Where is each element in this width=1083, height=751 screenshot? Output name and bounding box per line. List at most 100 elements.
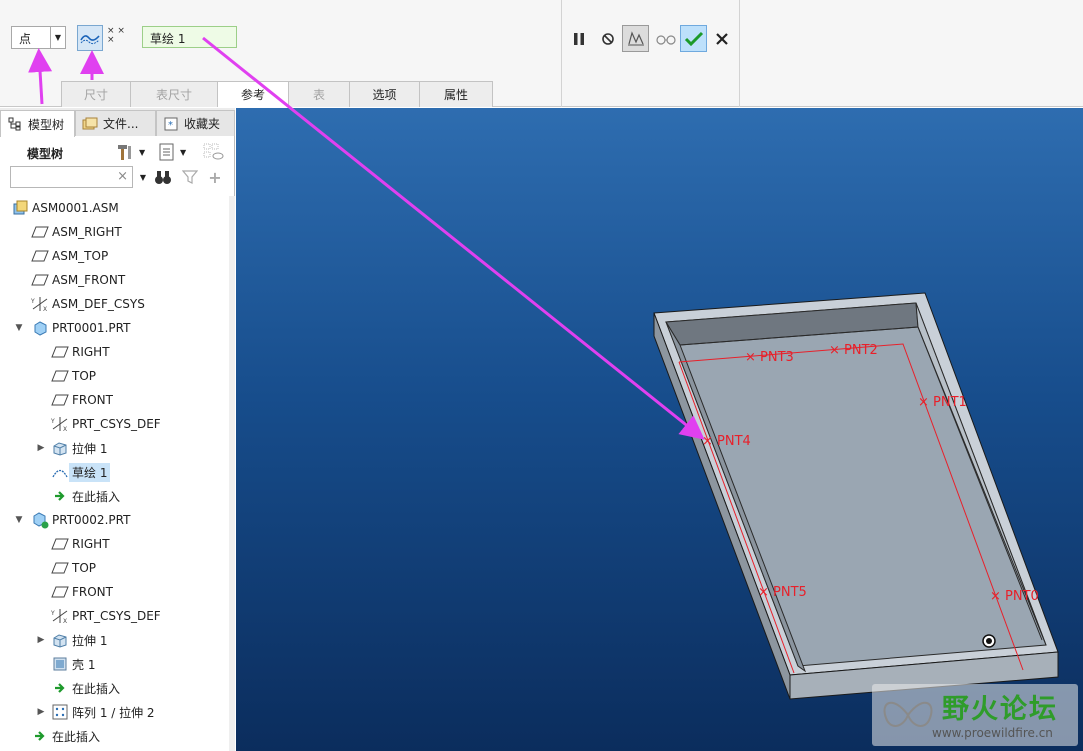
pnt5-label[interactable]: × PNT5 (758, 585, 807, 600)
tree-row[interactable]: TOP (0, 556, 234, 580)
tree-row[interactable]: Y X PRT_CSYS_DEF (0, 604, 234, 628)
collapse-arrow-icon[interactable]: ▼ (14, 323, 24, 333)
tree-settings-button[interactable]: ▼ (115, 141, 145, 163)
butterfly-icon (883, 701, 933, 727)
no-preview-button[interactable] (594, 25, 621, 52)
point-array-icon[interactable]: × × × (107, 27, 125, 45)
tree-row-label: 在此插入 (52, 729, 101, 744)
clear-icon[interactable]: × (117, 169, 128, 184)
tree-row[interactable]: FRONT (0, 580, 234, 604)
tree-row[interactable]: FRONT (0, 388, 234, 412)
pause-button[interactable] (565, 25, 592, 52)
tree-row[interactable]: Y X ASM_DEF_CSYS (0, 292, 234, 316)
pattern-icon (51, 703, 69, 721)
chevron-down-icon[interactable]: ▼ (139, 148, 145, 157)
collapse-arrow-icon[interactable]: ▼ (14, 515, 24, 525)
watermark-logo: 野火论坛 www.proewildfire.cn (872, 684, 1078, 746)
svg-text:Y: Y (51, 418, 55, 425)
wave-icon (80, 35, 100, 45)
list-icon (159, 143, 174, 161)
show-menu-button[interactable]: ▼ (158, 141, 186, 163)
navigator-tabs: 模型树 文件... * 收藏夹 (0, 108, 235, 137)
tree-row-label: 壳 1 (72, 657, 96, 672)
tree-row[interactable]: 草绘 1 (0, 460, 234, 484)
datum-plane-icon (51, 391, 69, 409)
sketch-icon (51, 463, 69, 481)
graphics-viewport[interactable]: × PNT3 × PNT2 × PNT1 × PNT4 × PNT5 × PNT… (236, 108, 1083, 751)
tree-row[interactable]: TOP (0, 364, 234, 388)
curve-wave-button[interactable] (77, 25, 103, 51)
cancel-button[interactable] (708, 25, 735, 52)
tab-properties[interactable]: 属性 (419, 81, 493, 107)
chevron-down-icon[interactable]: ▼ (134, 168, 152, 186)
tree-row[interactable]: RIGHT (0, 340, 234, 364)
shell-icon (51, 655, 69, 673)
csys-icon: YX (51, 415, 69, 433)
insert-arrow-icon (51, 487, 69, 505)
filter-button[interactable] (181, 168, 199, 186)
tab-table-dimensions[interactable]: 表尺寸 (130, 81, 218, 107)
tab-options[interactable]: 选项 (349, 81, 420, 107)
extrude-icon (51, 631, 69, 649)
tab-dimensions[interactable]: 尺寸 (61, 81, 131, 107)
svg-text:*: * (168, 120, 173, 131)
point-type-dropdown[interactable]: 点 ▼ (11, 26, 66, 49)
tree-scrollbar[interactable] (229, 196, 235, 751)
tree-row[interactable]: ▼ PRT0002.PRT (0, 508, 234, 532)
tab-table[interactable]: 表 (288, 81, 350, 107)
pnt4-label[interactable]: × PNT4 (702, 434, 751, 449)
pnt2-label[interactable]: × PNT2 (829, 343, 878, 358)
tab-folder-browser[interactable]: 文件... (75, 110, 156, 136)
tab-favorites-label: 收藏夹 (184, 117, 221, 131)
pnt0-label[interactable]: × PNT0 (990, 589, 1039, 604)
tree-row-label: ASM0001.ASM (32, 201, 119, 215)
tree-row[interactable]: 壳 1 (0, 652, 234, 676)
svg-text:X: X (43, 306, 47, 313)
pnt1-label[interactable]: × PNT1 (918, 395, 967, 410)
search-input[interactable] (14, 167, 114, 187)
datum-plane-icon (31, 247, 49, 265)
tab-references[interactable]: 参考 (217, 81, 289, 107)
verify-preview-button[interactable] (622, 25, 649, 52)
tree-row[interactable]: 在此插入 (0, 676, 234, 700)
find-button[interactable] (154, 168, 172, 186)
hidden-items-icon (203, 143, 224, 160)
tree-row-label: PRT0001.PRT (52, 321, 131, 335)
tree-row[interactable]: ASM_FRONT (0, 268, 234, 292)
tree-filter-visibility-button[interactable] (203, 141, 225, 163)
reference-collector[interactable]: 草绘 1 (142, 26, 237, 48)
chevron-down-icon[interactable]: ▼ (50, 27, 65, 48)
preview-box-icon (627, 30, 644, 45)
tree-row-label: ASM_DEF_CSYS (52, 297, 145, 311)
expand-arrow-icon[interactable]: ▶ (36, 635, 46, 645)
tree-search[interactable]: × (10, 166, 133, 188)
tree-row-label: 在此插入 (72, 681, 121, 696)
svg-text:Y: Y (31, 298, 35, 305)
tree-row[interactable]: 在此插入 (0, 724, 234, 748)
ribbon-divider (561, 0, 562, 107)
tree-row[interactable]: Y X PRT_CSYS_DEF (0, 412, 234, 436)
chevron-down-icon[interactable]: ▼ (180, 148, 186, 157)
add-icon[interactable]: + (206, 168, 224, 187)
tree-row[interactable]: ASM_TOP (0, 244, 234, 268)
tree-row[interactable]: ▼ PRT0001.PRT (0, 316, 234, 340)
tree-row[interactable]: ASM0001.ASM (0, 196, 234, 220)
favorites-icon: * (163, 116, 179, 132)
tree-row[interactable]: ▶ 拉伸 1 (0, 628, 234, 652)
tree-row-label: FRONT (72, 393, 113, 407)
svg-text:Y: Y (51, 610, 55, 617)
tab-favorites[interactable]: * 收藏夹 (156, 110, 235, 136)
tree-row[interactable]: ▶ 阵列 1 / 拉伸 2 (0, 700, 234, 724)
tab-model-tree[interactable]: 模型树 (0, 110, 75, 137)
tree-row[interactable]: ASM_RIGHT (0, 220, 234, 244)
ok-button[interactable] (680, 25, 707, 52)
ribbon: 点 ▼ × × × 草绘 1 尺寸 表尺寸 参考 表 选项 属性 (0, 0, 1083, 107)
tree-row[interactable]: RIGHT (0, 532, 234, 556)
tab-model-tree-label: 模型树 (28, 117, 65, 132)
pnt3-label[interactable]: × PNT3 (745, 350, 794, 365)
expand-arrow-icon[interactable]: ▶ (36, 707, 46, 717)
tree-row[interactable]: 在此插入 (0, 484, 234, 508)
expand-arrow-icon[interactable]: ▶ (36, 443, 46, 453)
glasses-preview-button[interactable] (652, 25, 679, 52)
tree-row[interactable]: ▶ 拉伸 1 (0, 436, 234, 460)
